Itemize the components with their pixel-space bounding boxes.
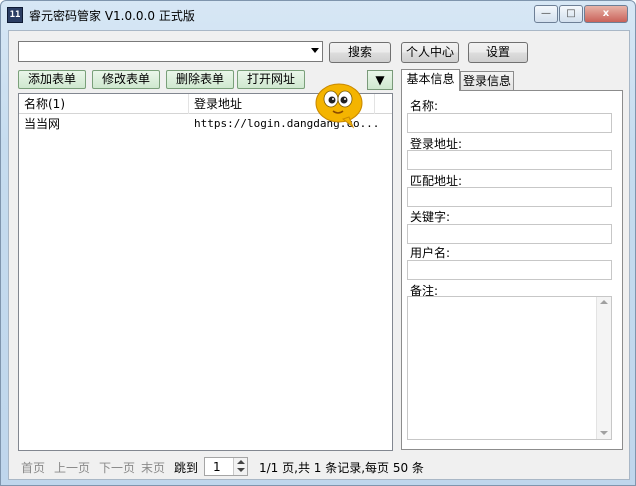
username-field[interactable] <box>407 260 612 280</box>
search-button[interactable]: 搜索 <box>329 42 391 63</box>
title-bar[interactable]: 11 睿元密码管家 V1.0.0.0 正式版 — □ x <box>1 1 635 29</box>
tab-basic-info[interactable]: 基本信息 <box>401 69 460 91</box>
name-field[interactable] <box>407 113 612 133</box>
app-icon: 11 <box>7 7 23 23</box>
add-form-button[interactable]: 添加表单 <box>18 70 86 89</box>
login-url-field[interactable] <box>407 150 612 170</box>
chevron-down-icon[interactable] <box>311 48 319 53</box>
prev-page-link[interactable]: 上一页 <box>54 459 90 476</box>
keyword-label: 关键字: <box>410 210 451 224</box>
dropdown-toggle-button[interactable]: ▼ <box>367 70 393 90</box>
username-label: 用户名: <box>410 246 451 260</box>
app-window: 11 睿元密码管家 V1.0.0.0 正式版 — □ x 搜索 个人中心 设置 … <box>0 0 636 486</box>
delete-form-button[interactable]: 删除表单 <box>166 70 234 89</box>
edit-form-button[interactable]: 修改表单 <box>92 70 160 89</box>
basic-info-panel: 名称: 登录地址: 匹配地址: 关键字: 用户名: 备注: <box>401 90 623 450</box>
column-header-name[interactable]: 名称(1) <box>19 94 189 114</box>
match-url-field[interactable] <box>407 187 612 207</box>
open-url-button[interactable]: 打开网址 <box>237 70 305 89</box>
chevron-down-icon[interactable] <box>237 468 245 472</box>
stepper-buttons[interactable] <box>233 458 247 475</box>
search-combobox[interactable] <box>18 41 323 62</box>
user-center-button[interactable]: 个人中心 <box>401 42 459 63</box>
settings-button[interactable]: 设置 <box>468 42 528 63</box>
window-title: 睿元密码管家 V1.0.0.0 正式版 <box>29 9 195 23</box>
tab-login-info[interactable]: 登录信息 <box>460 71 514 90</box>
chevron-up-icon[interactable] <box>237 460 245 464</box>
close-button[interactable]: x <box>584 5 628 23</box>
scroll-up-icon[interactable] <box>600 300 608 304</box>
scroll-down-icon[interactable] <box>600 431 608 435</box>
page-summary: 1/1 页,共 1 条记录,每页 50 条 <box>259 461 424 475</box>
minimize-button[interactable]: — <box>534 5 558 23</box>
page-number-value: 1 <box>213 460 221 474</box>
main-panel: 搜索 个人中心 设置 添加表单 修改表单 删除表单 打开网址 ▼ 名称(1) 登… <box>8 30 630 480</box>
entries-list[interactable]: 名称(1) 登录地址 当当网 https://login.dangdang.co… <box>18 93 393 451</box>
memo-textarea[interactable] <box>407 296 612 440</box>
maximize-button[interactable]: □ <box>559 5 583 23</box>
next-page-link[interactable]: 下一页 <box>99 459 135 476</box>
first-page-link[interactable]: 首页 <box>21 459 45 476</box>
keyword-field[interactable] <box>407 224 612 244</box>
entry-name: 当当网 <box>24 117 61 131</box>
last-page-link[interactable]: 末页 <box>141 459 165 476</box>
pagination-bar: 首页 上一页 下一页 末页 跳到 1 1/1 页,共 1 条记录,每页 50 条 <box>19 457 619 477</box>
page-number-stepper[interactable]: 1 <box>204 457 248 476</box>
goto-label: 跳到 <box>174 461 199 475</box>
memo-scrollbar[interactable] <box>596 297 611 439</box>
mascot-icon <box>315 83 363 129</box>
name-label: 名称: <box>410 99 439 113</box>
